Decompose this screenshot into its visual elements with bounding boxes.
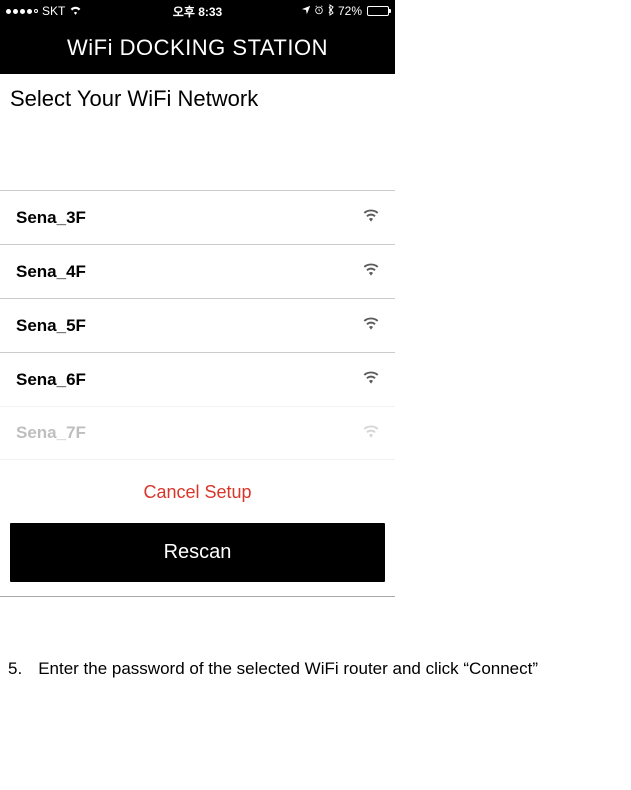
title-bar: WiFi DOCKING STATION [0, 22, 395, 74]
clock-label: 오후 8:33 [134, 3, 262, 20]
signal-strength-icon [6, 9, 38, 14]
wifi-ssid-label: Sena_7F [16, 423, 86, 443]
battery-pct-label: 72% [338, 4, 362, 18]
wifi-icon [363, 369, 379, 390]
step-number: 5. [8, 657, 22, 681]
wifi-ssid-label: Sena_6F [16, 370, 86, 390]
wifi-ssid-label: Sena_4F [16, 262, 86, 282]
carrier-label: SKT [42, 4, 65, 18]
wifi-icon [363, 261, 379, 282]
cancel-setup-link[interactable]: Cancel Setup [0, 460, 395, 517]
location-icon [301, 4, 311, 18]
wifi-network-row[interactable]: Sena_3F [0, 190, 395, 244]
bluetooth-icon [327, 4, 335, 19]
wifi-ssid-label: Sena_5F [16, 316, 86, 336]
wifi-network-row[interactable]: Sena_6F [0, 352, 395, 406]
step-text: Enter the password of the selected WiFi … [38, 657, 538, 681]
wifi-network-row[interactable]: Sena_5F [0, 298, 395, 352]
wifi-network-list: Sena_3F Sena_4F Sena_5F Sena_6F Sena_7F [0, 190, 395, 460]
section-heading: Select Your WiFi Network [0, 74, 395, 120]
page-title: WiFi DOCKING STATION [67, 35, 328, 61]
battery-icon [367, 6, 389, 16]
wifi-network-row[interactable]: Sena_7F [0, 406, 395, 460]
wifi-network-row[interactable]: Sena_4F [0, 244, 395, 298]
alarm-icon [314, 4, 324, 18]
wifi-icon [363, 315, 379, 336]
instruction-step: 5. Enter the password of the selected Wi… [0, 657, 631, 681]
wifi-ssid-label: Sena_3F [16, 208, 86, 228]
wifi-icon [363, 207, 379, 228]
divider [0, 596, 395, 597]
phone-screenshot: SKT 오후 8:33 72% WiFi DOCKING STATION Sel… [0, 0, 395, 597]
status-bar: SKT 오후 8:33 72% [0, 0, 395, 22]
rescan-button[interactable]: Rescan [10, 523, 385, 582]
wifi-status-icon [69, 4, 82, 18]
wifi-icon [363, 423, 379, 444]
